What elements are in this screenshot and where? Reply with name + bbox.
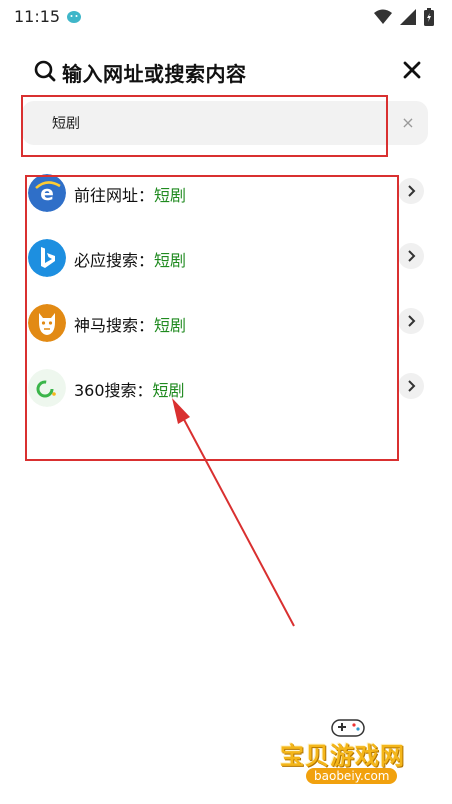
chevron-right-icon[interactable] <box>398 373 424 399</box>
status-icons <box>374 8 434 30</box>
clear-search-button[interactable]: × <box>396 111 420 135</box>
status-bar: 11:15 <box>0 0 452 34</box>
watermark: 宝贝游戏网 baobeiy.com <box>272 714 422 786</box>
search-header: 输入网址或搜索内容 <box>0 54 452 90</box>
watermark-text: 宝贝游戏网 <box>280 742 405 770</box>
baby-face-icon <box>66 9 82 23</box>
watermark-url: baobeiy.com <box>306 768 398 784</box>
annotation-box-suggestions <box>25 175 399 461</box>
close-button[interactable] <box>400 58 424 82</box>
close-icon <box>403 61 421 79</box>
page-title: 输入网址或搜索内容 <box>62 62 247 86</box>
status-time: 11:15 <box>14 7 61 26</box>
wifi-icon <box>374 9 392 29</box>
chevron-right-icon[interactable] <box>398 243 424 269</box>
signal-icon <box>400 9 416 29</box>
battery-icon <box>424 8 434 30</box>
chevron-right-icon[interactable] <box>398 308 424 334</box>
annotation-box-search <box>21 95 388 157</box>
chevron-right-icon[interactable] <box>398 178 424 204</box>
search-icon <box>34 60 56 82</box>
